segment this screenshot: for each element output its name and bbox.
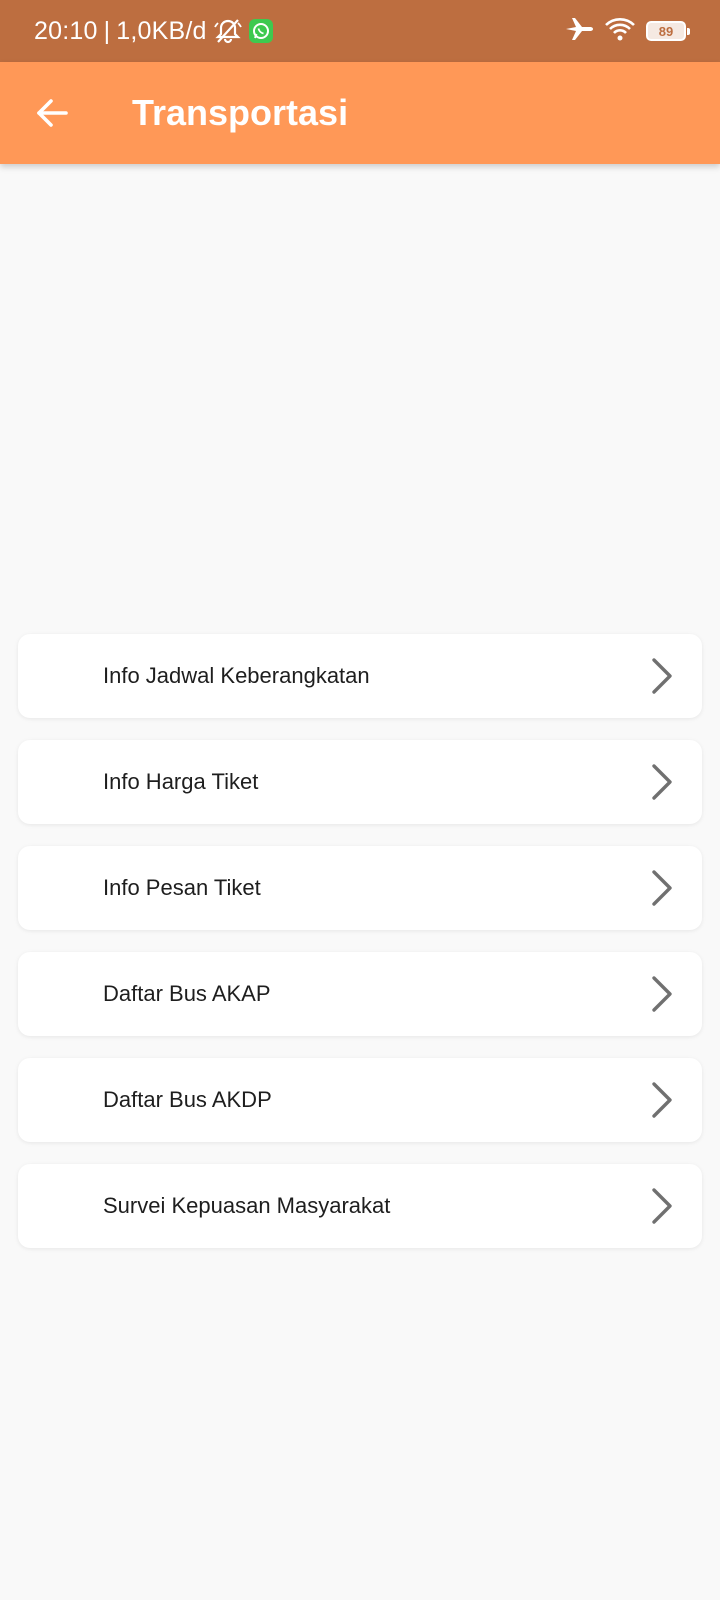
menu-item-label: Survei Kepuasan Masyarakat	[103, 1193, 391, 1218]
airplane-icon	[564, 16, 594, 47]
battery-level: 89	[658, 23, 674, 39]
chevron-right-icon	[650, 763, 674, 801]
chevron-right-icon	[650, 869, 674, 907]
chevron-right-icon	[650, 1187, 674, 1225]
menu-item-survei-kepuasan-masyarakat[interactable]: Survei Kepuasan Masyarakat	[18, 1164, 702, 1248]
menu-item-label: Daftar Bus AKDP	[103, 1087, 272, 1112]
menu-item-label: Info Pesan Tiket	[103, 875, 261, 900]
menu-item-daftar-bus-akap[interactable]: Daftar Bus AKAP	[18, 952, 702, 1036]
menu-item-info-pesan-tiket[interactable]: Info Pesan Tiket	[18, 846, 702, 930]
chevron-right-icon	[650, 657, 674, 695]
app-bar: Transportasi	[0, 62, 720, 164]
menu-list: Info Jadwal Keberangkatan Info Harga Tik…	[18, 634, 702, 1270]
arrow-left-icon	[37, 99, 68, 127]
status-net-speed: 1,0KB/d	[116, 16, 207, 45]
chevron-right-icon	[650, 1081, 674, 1119]
status-bar: 20:10 | 1,0KB/d 89	[0, 0, 720, 62]
wifi-icon	[604, 16, 636, 47]
back-button[interactable]	[22, 83, 82, 143]
menu-item-info-harga-tiket[interactable]: Info Harga Tiket	[18, 740, 702, 824]
status-time: 20:10	[34, 16, 98, 45]
whatsapp-icon	[248, 19, 273, 43]
bell-off-icon	[213, 17, 243, 45]
menu-item-info-jadwal-keberangkatan[interactable]: Info Jadwal Keberangkatan	[18, 634, 702, 718]
status-left: 20:10 | 1,0KB/d	[34, 17, 273, 46]
menu-item-label: Daftar Bus AKAP	[103, 981, 271, 1006]
menu-item-label: Info Harga Tiket	[103, 769, 259, 794]
status-separator: |	[103, 16, 111, 45]
menu-item-label: Info Jadwal Keberangkatan	[103, 663, 370, 688]
menu-item-daftar-bus-akdp[interactable]: Daftar Bus AKDP	[18, 1058, 702, 1142]
page-title: Transportasi	[132, 92, 349, 133]
chevron-right-icon	[650, 975, 674, 1013]
status-right: 89	[564, 16, 690, 47]
battery-icon: 89	[646, 21, 690, 41]
